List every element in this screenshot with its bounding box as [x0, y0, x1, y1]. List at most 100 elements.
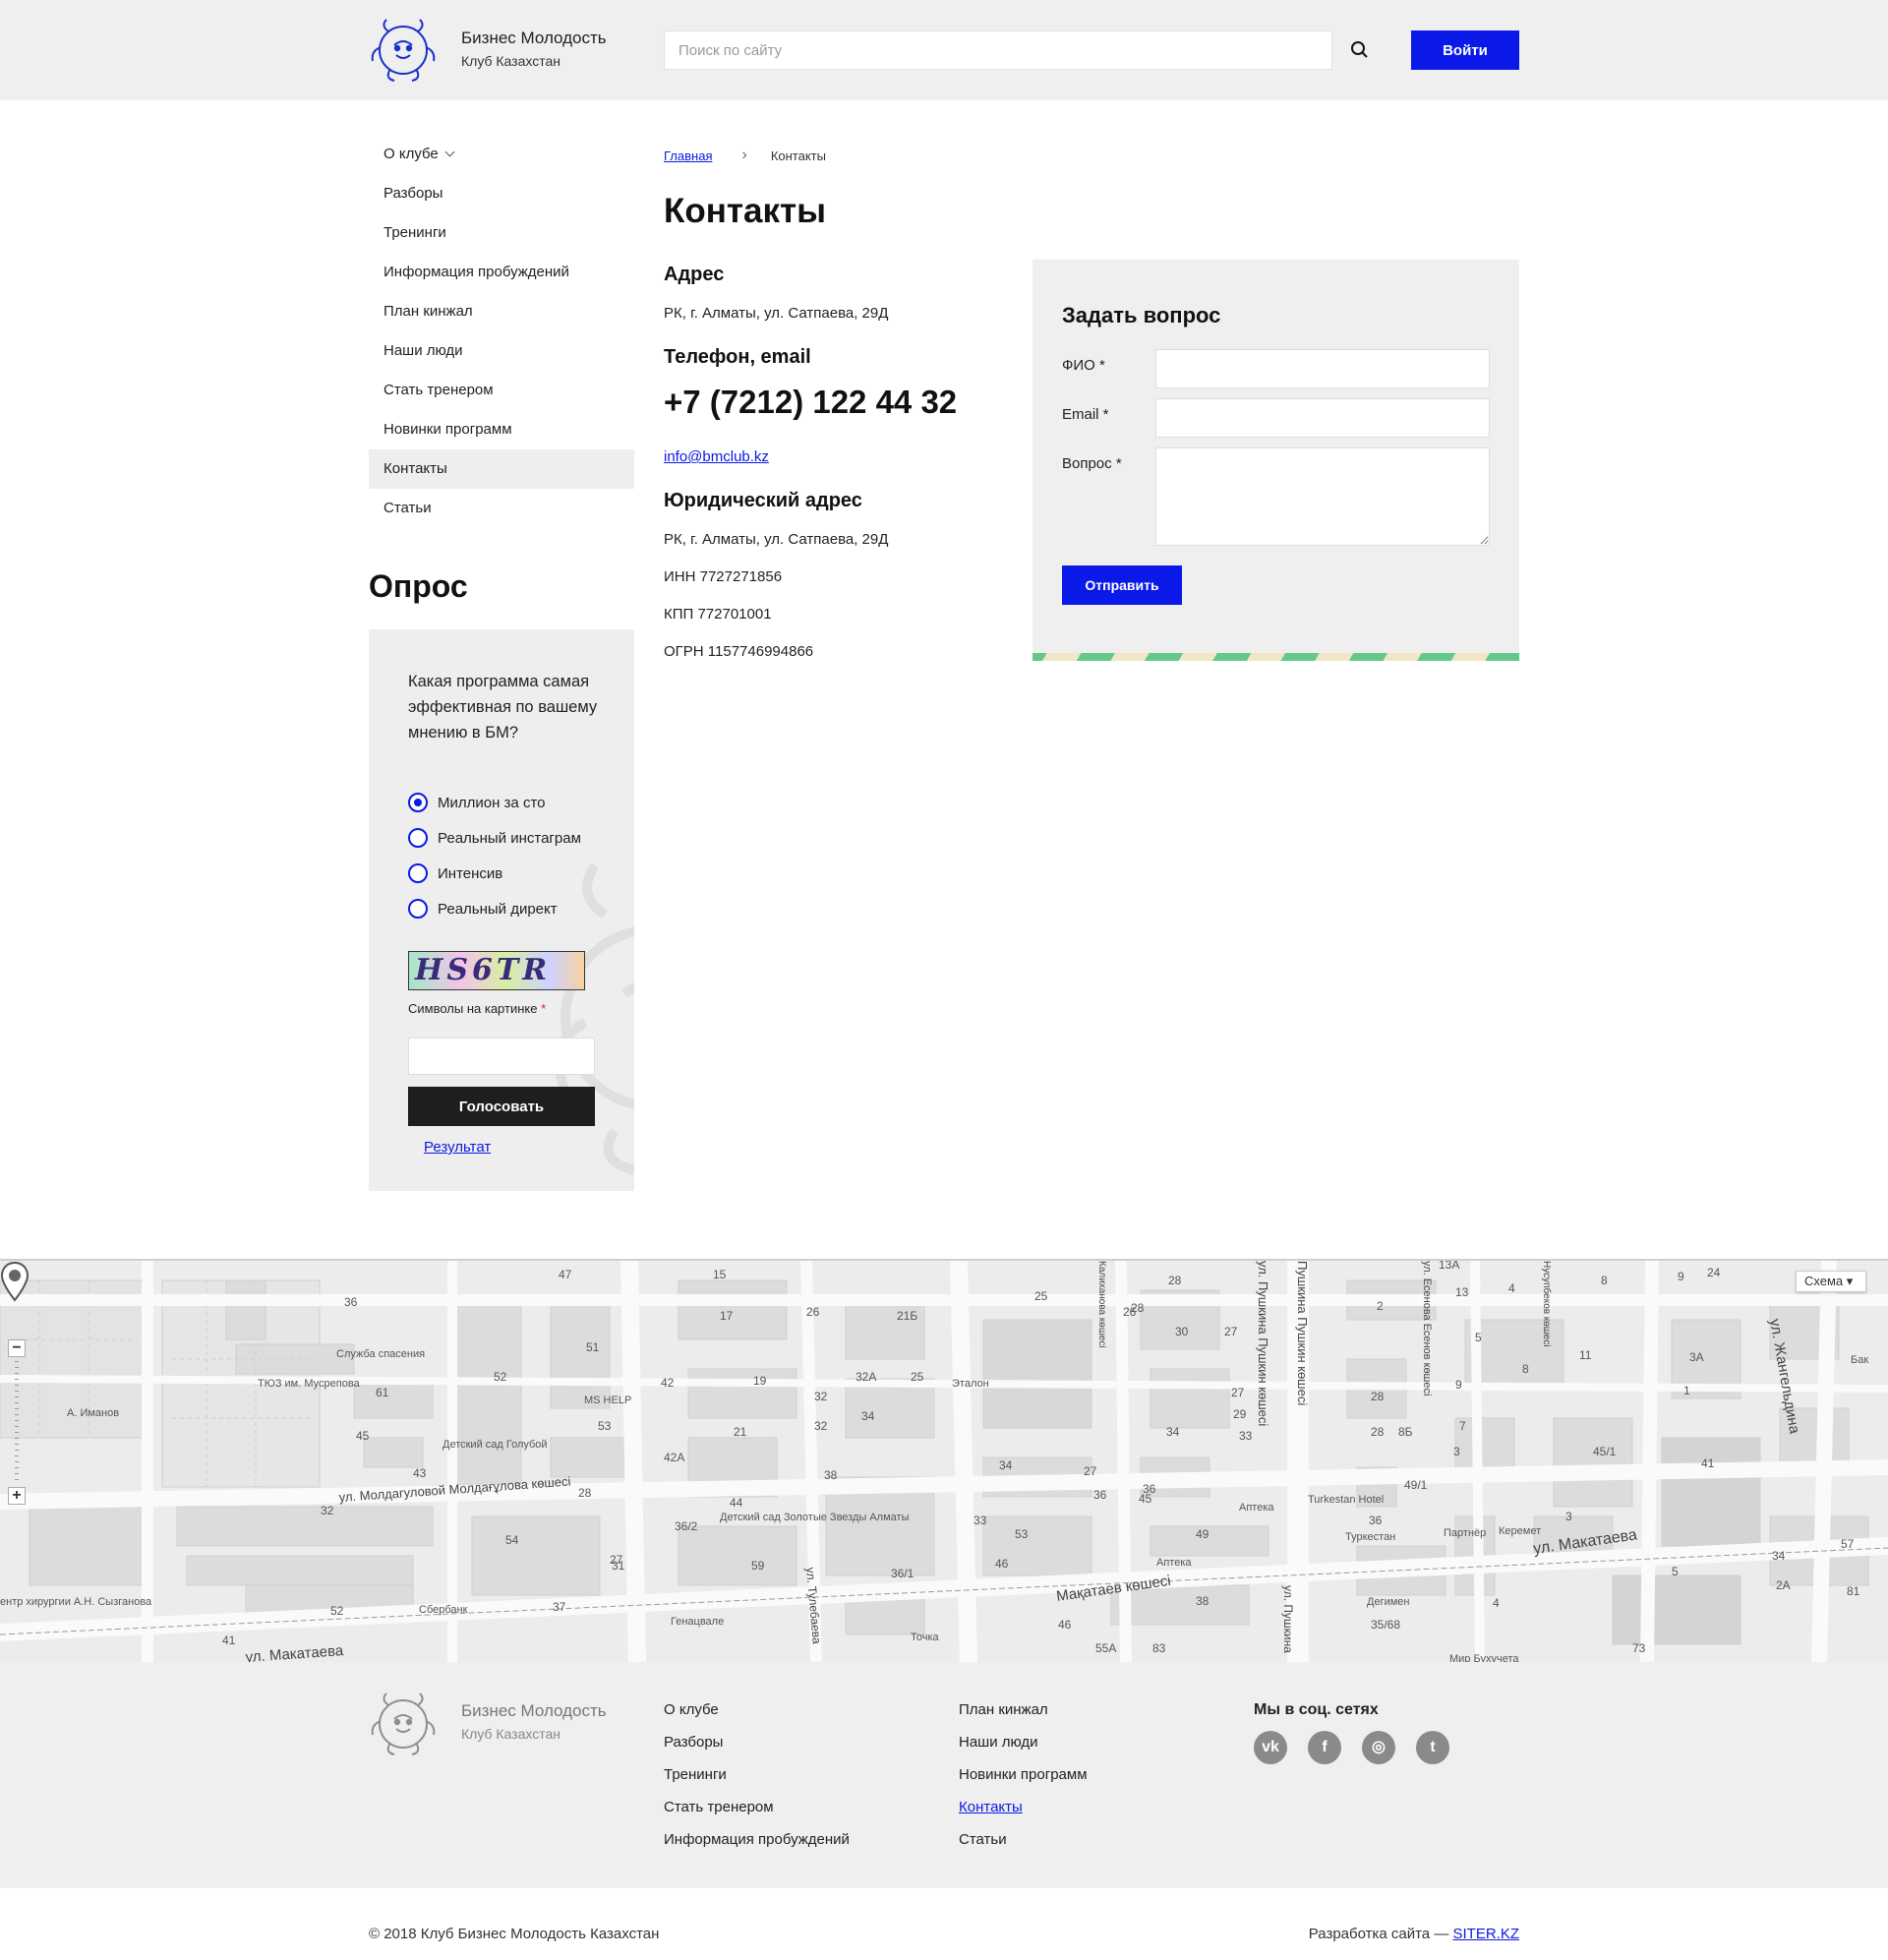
map-house-number: 36/1 — [891, 1567, 914, 1580]
map-house-number: 42 — [661, 1376, 675, 1390]
radio-button[interactable] — [408, 899, 428, 919]
sidebar-item-razbory[interactable]: Разборы — [369, 174, 634, 213]
footer-link-trainer[interactable]: Стать тренером — [664, 1799, 774, 1815]
sidebar-item-people[interactable]: Наши люди — [369, 331, 634, 371]
map-label: Генацвале — [671, 1616, 724, 1628]
map[interactable]: Служба спасения ТЮЗ им. Мусрепова А. Има… — [0, 1259, 1888, 1662]
map-house-number: 53 — [598, 1419, 612, 1433]
breadcrumb-home-link[interactable]: Главная — [664, 148, 712, 163]
search-icon[interactable] — [1347, 37, 1373, 63]
map-house-number: 28 — [578, 1486, 592, 1500]
radio-button[interactable] — [408, 828, 428, 848]
footer-link-people[interactable]: Наши люди — [959, 1734, 1038, 1751]
poll-question: Какая программа самая эффективная по ваш… — [408, 673, 598, 742]
poll-option-label: Интенсив — [438, 864, 503, 882]
poll-option[interactable]: Реальный директ — [408, 899, 558, 919]
map-street-label: ул. Пушкина Пушкин көшесі — [1256, 1261, 1270, 1426]
send-button[interactable]: Отправить — [1062, 565, 1182, 605]
footer-link-razbory[interactable]: Разборы — [664, 1734, 723, 1751]
map-house-number: 2А — [1776, 1578, 1791, 1592]
question-textarea[interactable] — [1155, 447, 1490, 546]
map-house-number: 59 — [751, 1559, 765, 1573]
sidebar-item-trainings[interactable]: Тренинги — [369, 213, 634, 253]
email-field[interactable] — [1155, 398, 1490, 438]
page-title: Контакты — [664, 192, 827, 230]
footer-link-contacts[interactable]: Контакты — [959, 1799, 1023, 1815]
logo-icon[interactable] — [369, 18, 438, 83]
footer-link-plan[interactable]: План кинжал — [959, 1701, 1048, 1718]
sidebar-item-contacts[interactable]: Контакты — [369, 449, 634, 489]
footer-link-articles[interactable]: Статьи — [959, 1831, 1007, 1848]
map-label: Служба спасения — [336, 1348, 425, 1360]
map-house-number: 17 — [720, 1309, 734, 1323]
poll-option[interactable]: Миллион за сто — [408, 793, 545, 812]
vote-button[interactable]: Голосовать — [408, 1087, 595, 1126]
site-footer: Бизнес Молодость Клуб Казахстан О клубе … — [0, 1662, 1888, 1888]
copyright-text: © 2018 Клуб Бизнес Молодость Казахстан — [369, 1926, 660, 1942]
sidebar-item-label: Разборы — [384, 185, 443, 202]
logo-watermark-icon — [554, 862, 634, 1175]
map-house-number: 4 — [1493, 1596, 1500, 1610]
sidebar-item-articles[interactable]: Статьи — [369, 489, 634, 528]
radio-button[interactable] — [408, 793, 428, 812]
sidebar-item-trainer[interactable]: Стать тренером — [369, 371, 634, 410]
sidebar-item-label: План кинжал — [384, 303, 473, 320]
twitter-icon[interactable]: t — [1416, 1731, 1449, 1764]
sidebar-item-about[interactable]: О клубе — [369, 135, 634, 174]
map-house-number: 42А — [664, 1451, 684, 1464]
sidebar-item-label: Тренинги — [384, 224, 446, 241]
map-house-number: 5 — [1475, 1331, 1482, 1344]
brand-subtitle: Клуб Казахстан — [461, 53, 560, 69]
captcha-input[interactable] — [408, 1038, 595, 1075]
chevron-right-icon: › — [741, 147, 747, 163]
footer-link-info[interactable]: Информация пробуждений — [664, 1831, 850, 1848]
map-house-number: 36 — [1093, 1488, 1107, 1502]
zoom-slider[interactable] — [15, 1361, 19, 1485]
zoom-out-button[interactable]: − — [8, 1339, 26, 1357]
map-house-number: 41 — [222, 1633, 236, 1647]
inn-text: ИНН 7727271856 — [664, 568, 783, 585]
footer-link-new-programs[interactable]: Новинки программ — [959, 1766, 1088, 1783]
map-pin-icon[interactable] — [0, 1261, 30, 1304]
radio-button[interactable] — [408, 863, 428, 883]
sidebar-item-label: Статьи — [384, 500, 432, 516]
sidebar-item-label: Контакты — [384, 460, 447, 477]
map-label: Керемет — [1499, 1525, 1541, 1537]
map-label: Аптека — [1156, 1557, 1192, 1569]
vk-icon[interactable]: vk — [1254, 1731, 1287, 1764]
sidebar-item-info[interactable]: Информация пробуждений — [369, 253, 634, 292]
poll-option[interactable]: Интенсив — [408, 863, 502, 883]
footer-link-trainings[interactable]: Тренинги — [664, 1766, 727, 1783]
map-house-number: 49/1 — [1404, 1478, 1428, 1492]
search-input[interactable] — [664, 30, 1332, 70]
map-zoom-control[interactable]: − + — [8, 1339, 26, 1507]
map-type-select[interactable]: Схема ▾ — [1796, 1271, 1866, 1292]
poll-result-link[interactable]: Результат — [424, 1139, 491, 1156]
sidebar-item-new-programs[interactable]: Новинки программ — [369, 410, 634, 449]
map-house-number: 28 — [1371, 1390, 1385, 1403]
poll-option[interactable]: Реальный инстаграм — [408, 828, 581, 848]
zoom-in-button[interactable]: + — [8, 1487, 26, 1505]
email-link[interactable]: info@bmclub.kz — [664, 448, 769, 465]
map-house-number: 41 — [1701, 1456, 1715, 1470]
developer-link[interactable]: SITER.KZ — [1452, 1926, 1519, 1942]
map-house-number: 28 — [1168, 1274, 1182, 1287]
phone-number[interactable]: +7 (7212) 122 44 32 — [664, 384, 957, 421]
map-street-label: Нусупбеков көшесі — [1541, 1261, 1553, 1347]
map-canvas[interactable]: Служба спасения ТЮЗ им. Мусрепова А. Има… — [0, 1261, 1888, 1662]
sidebar-item-label: Новинки программ — [384, 421, 512, 438]
name-field[interactable] — [1155, 349, 1490, 388]
logo-icon[interactable] — [369, 1692, 438, 1756]
login-button[interactable]: Войти — [1411, 30, 1519, 70]
email-label: Email * — [1062, 406, 1109, 423]
map-label: Детский сад Золотые Звезды Алматы — [720, 1512, 910, 1523]
map-house-number: 3 — [1565, 1510, 1572, 1523]
map-house-number: 13А — [1439, 1261, 1459, 1272]
map-label: Turkestan Hotel — [1308, 1494, 1384, 1506]
footer-link-about[interactable]: О клубе — [664, 1701, 719, 1718]
map-house-number: 27 — [1224, 1325, 1238, 1338]
facebook-icon[interactable]: f — [1308, 1731, 1341, 1764]
instagram-icon[interactable]: ◎ — [1362, 1731, 1395, 1764]
map-label: Мир Бухучета — [1449, 1653, 1519, 1662]
sidebar-item-plan[interactable]: План кинжал — [369, 292, 634, 331]
